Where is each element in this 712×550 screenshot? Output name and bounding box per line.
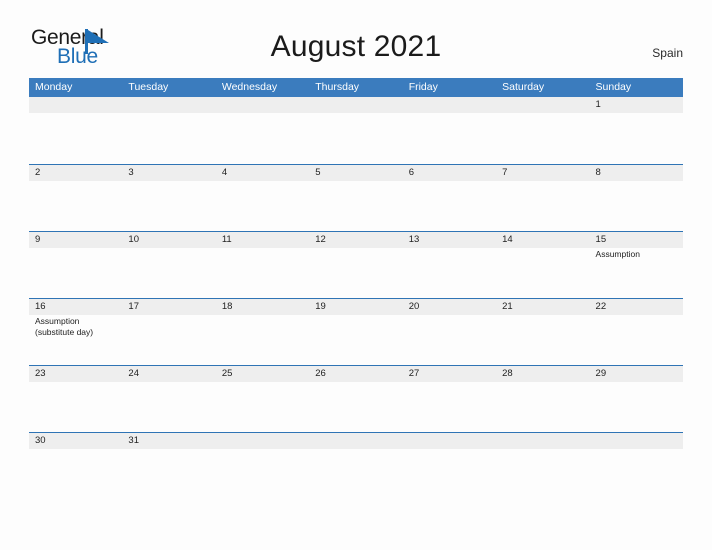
day-number: 11 [221,234,232,245]
calendar-day-empty [29,97,122,164]
calendar-day-18[interactable]: 18 [216,299,309,365]
calendar-day-26[interactable]: 26 [309,366,402,432]
calendar-day-30[interactable]: 30 [29,433,122,499]
calendar-day-22[interactable]: 22 [590,299,683,365]
calendar-day-31[interactable]: 31 [122,433,215,499]
day-number: 31 [128,435,139,446]
day-number: 26 [315,368,326,379]
page-header: General Blue August 2021 Spain [0,0,712,76]
weekday-header-sunday: Sunday [595,81,632,93]
day-number: 23 [35,368,46,379]
calendar-week-row: 30 31 [29,432,683,499]
day-number: 10 [128,234,139,245]
day-events: Assumption [596,249,683,260]
calendar-week-row: 1 [29,97,683,164]
calendar-day-20[interactable]: 20 [403,299,496,365]
day-number: 9 [35,234,41,245]
weekday-header-friday: Friday [408,81,438,93]
calendar-day-6[interactable]: 6 [403,165,496,231]
calendar-day-24[interactable]: 24 [122,366,215,432]
calendar-weeks: 1 2 3 4 5 6 7 8 9 10 11 12 13 14 15 Assumption 16 Assumpt… [29,97,683,499]
calendar-week-row: 23 24 25 26 27 28 29 [29,365,683,432]
calendar-day-4[interactable]: 4 [216,165,309,231]
calendar-day-8[interactable]: 8 [590,165,683,231]
day-number: 18 [221,301,233,312]
calendar-week-row: 2 3 4 5 6 7 8 [29,164,683,231]
weekday-header-saturday: Saturday [502,81,545,93]
calendar-day-29[interactable]: 29 [590,366,683,432]
country-label: Spain [652,46,683,60]
day-number: 16 [35,301,46,312]
calendar-day-28[interactable]: 28 [496,366,589,432]
page-title: August 2021 [270,30,442,63]
day-number: 8 [595,167,601,178]
day-number: 20 [408,301,420,312]
calendar-day-empty [309,433,402,499]
day-number: 4 [221,167,228,178]
calendar-table: Monday Tuesday Wednesday Thursday Friday Satu… [29,78,683,499]
calendar-day-27[interactable]: 27 [403,366,496,432]
day-number: 2 [35,167,41,178]
calendar-day-12[interactable]: 12 [309,232,402,298]
day-number: 17 [128,301,139,312]
holiday-label: (substitute day) [35,327,94,337]
calendar-day-14[interactable]: 14 [496,232,589,298]
day-number: 29 [595,368,607,379]
calendar-day-25[interactable]: 25 [216,366,309,432]
day-number: 15 [595,234,607,245]
day-number: 19 [315,301,326,312]
calendar-week-row: 9 10 11 12 13 14 15 Assumption [29,231,683,298]
calendar-day-7[interactable]: 7 [496,165,589,231]
day-number: 6 [408,167,414,178]
calendar-day-empty [216,433,309,499]
day-number: 12 [315,234,326,245]
calendar-day-11[interactable]: 11 [216,232,309,298]
day-number: 3 [128,167,134,178]
calendar-day-empty [590,433,683,499]
day-number: 21 [502,301,513,312]
calendar-day-empty [216,97,309,164]
calendar-week-row: 16 Assumption (substitute day) 17 18 19 20 21 22 [29,298,683,365]
holiday-label: Assumption [595,249,640,259]
day-number: 7 [502,167,508,178]
calendar-day-empty [496,433,589,499]
calendar-day-21[interactable]: 21 [496,299,589,365]
day-number: 1 [595,99,601,110]
day-number: 22 [595,301,607,312]
weekday-header-monday: Monday [35,81,73,93]
calendar-day-16[interactable]: 16 Assumption (substitute day) [29,299,122,365]
calendar-day-19[interactable]: 19 [309,299,402,365]
day-number: 24 [128,368,139,379]
calendar-day-17[interactable]: 17 [122,299,215,365]
calendar-day-empty [403,433,496,499]
calendar-day-2[interactable]: 2 [29,165,122,231]
calendar-day-empty [309,97,402,164]
holiday-label: Assumption [35,316,80,326]
day-number: 25 [221,368,233,379]
calendar-day-5[interactable]: 5 [309,165,402,231]
calendar-day-empty [122,97,215,164]
day-number: 14 [502,234,513,245]
weekday-header-tuesday: Tuesday [128,81,169,93]
calendar-day-empty [403,97,496,164]
calendar-day-3[interactable]: 3 [122,165,215,231]
day-number: 27 [408,368,420,379]
weekday-header-wednesday: Wednesday [221,81,278,93]
day-number: 30 [35,435,46,446]
day-events: Assumption (substitute day) [35,316,122,338]
calendar-day-10[interactable]: 10 [122,232,215,298]
weekday-header-thursday: Thursday [315,81,360,93]
calendar-day-empty [496,97,589,164]
calendar-day-1[interactable]: 1 [590,97,683,164]
calendar-day-23[interactable]: 23 [29,366,122,432]
calendar-day-13[interactable]: 13 [403,232,496,298]
weekday-header-row: Monday Tuesday Wednesday Thursday Friday Satu… [29,78,683,97]
day-number: 5 [315,167,321,178]
calendar-day-9[interactable]: 9 [29,232,122,298]
day-number: 28 [502,368,513,379]
calendar-day-15[interactable]: 15 Assumption [590,232,683,298]
day-number: 13 [408,234,420,245]
